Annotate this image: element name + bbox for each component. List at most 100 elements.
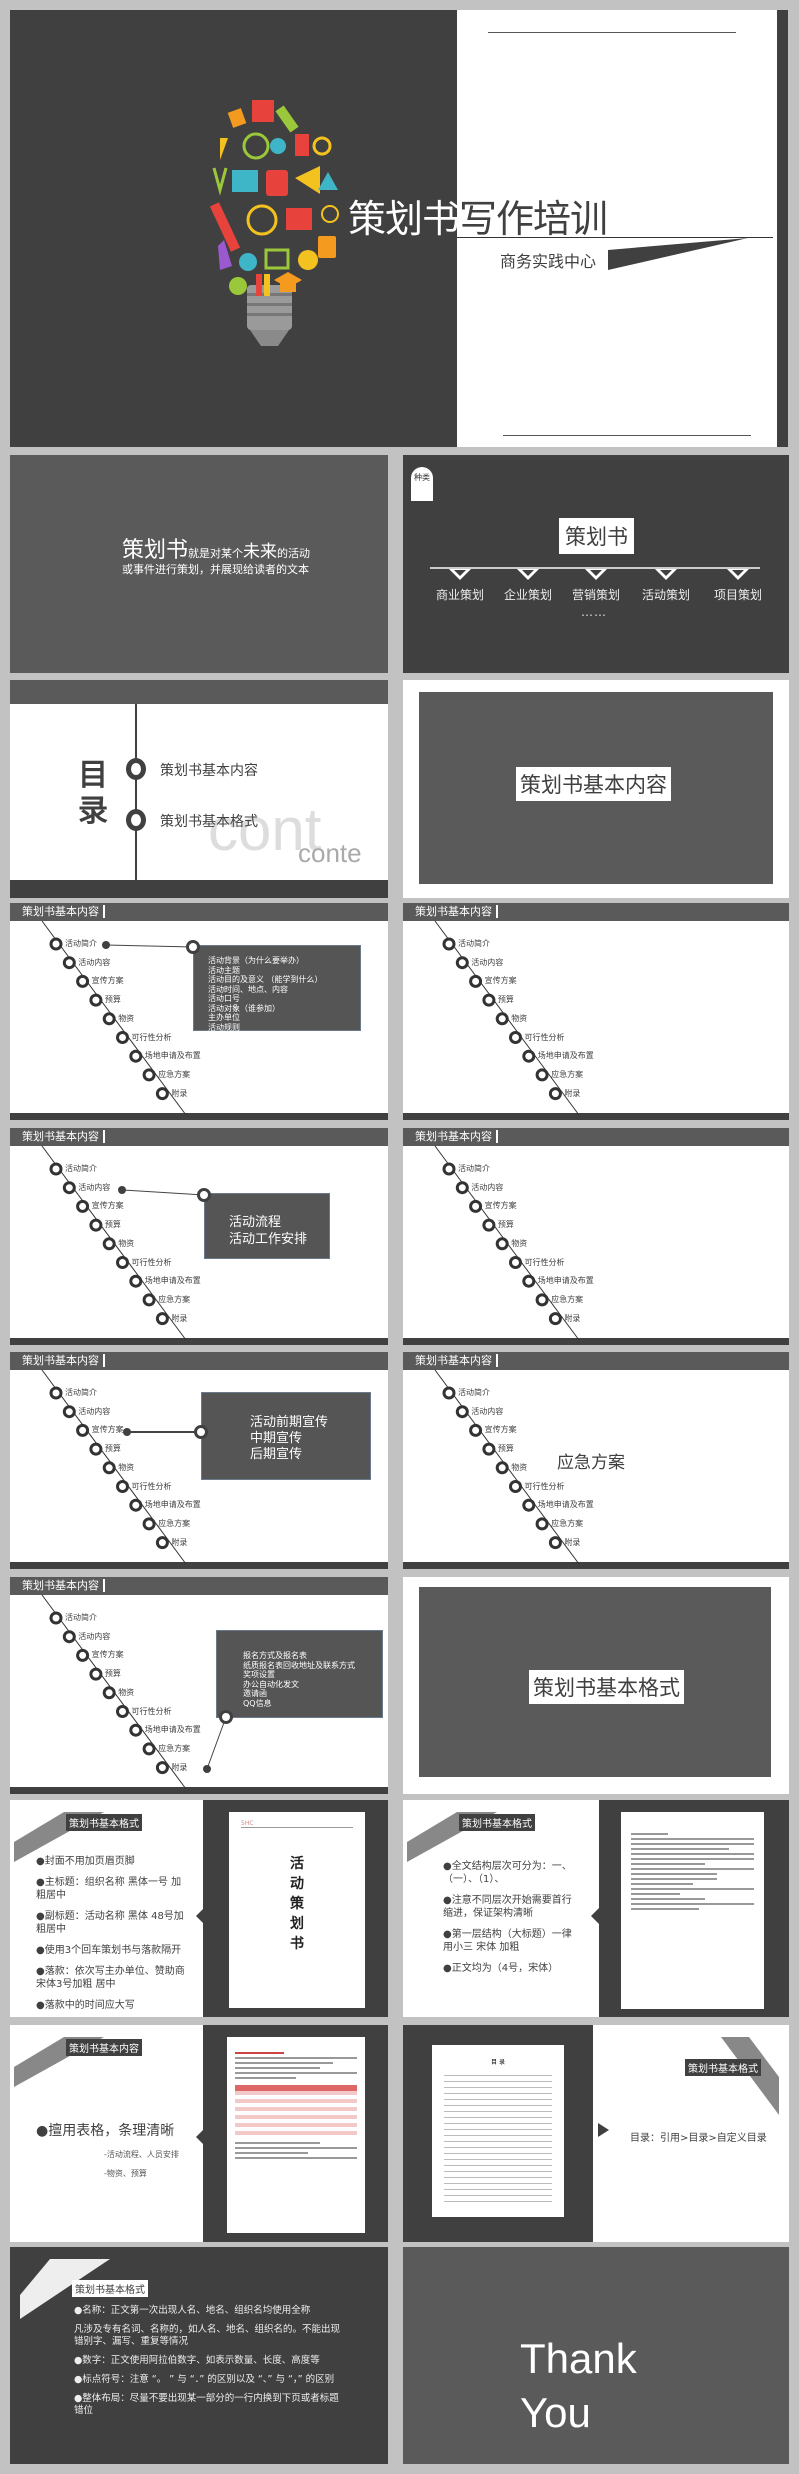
slide-definition[interactable]: 策划书就是对某个未来的活动 或事件进行策划，并展现给读者的文本 bbox=[10, 455, 388, 673]
slide-format-cover[interactable]: 策划书基本格式 ●封面不用加页眉页脚 ●主标题：组织名称 黑体一号 加粗居中 ●副标… bbox=[10, 1800, 388, 2017]
cover-subtitle: 商务实践中心 bbox=[500, 252, 597, 271]
timeline-node bbox=[155, 1761, 169, 1775]
slide-format-toc[interactable]: 目 录 策划书基本格式 目录：引用>目录>自定义目录 bbox=[403, 2025, 789, 2242]
timeline-node-label[interactable]: 活动简介 bbox=[458, 1163, 490, 1174]
timeline-node-label[interactable]: 附录 bbox=[171, 1088, 187, 1099]
timeline-node-label[interactable]: 物资 bbox=[118, 1462, 134, 1473]
timeline-node-label[interactable]: 附录 bbox=[564, 1537, 580, 1548]
slide-timeline-plain[interactable]: 策划书基本内容 活动简介 活动内容 宣传方案 预算 物资 可行性分析 场地申请及布置 应急方案… bbox=[403, 903, 789, 1120]
timeline-node-label[interactable]: 附录 bbox=[171, 1313, 187, 1324]
timeline-node-label[interactable]: 应急方案 bbox=[551, 1294, 583, 1305]
timeline-node-label[interactable]: 场地申请及布置 bbox=[145, 1050, 201, 1061]
timeline-node-label[interactable]: 活动内容 bbox=[471, 1406, 503, 1417]
timeline-node-label[interactable]: 可行性分析 bbox=[525, 1032, 565, 1043]
timeline-node-label[interactable]: 可行性分析 bbox=[132, 1706, 172, 1717]
types-title: 策划书 bbox=[559, 518, 634, 554]
timeline-node-label[interactable]: 场地申请及布置 bbox=[538, 1275, 594, 1286]
timeline-node-label[interactable]: 预算 bbox=[105, 1219, 121, 1230]
slide-format-rules[interactable]: 策划书基本格式 ●名称：正文第一次出现人名、地名、组织名均使用全称 凡涉及专有名词… bbox=[10, 2247, 388, 2464]
timeline-node-label[interactable]: 活动简介 bbox=[458, 1387, 490, 1398]
slide-timeline-appendix[interactable]: 策划书基本内容 报名方式及报名表 纸质报名表回收地址及联系方式 奖项设置 办公自… bbox=[10, 1577, 388, 1794]
slide-timeline-content[interactable]: 策划书基本内容 活动流程 活动工作安排 活动简介 活动内容 宣传方案 预算 物资 可行性分… bbox=[10, 1128, 388, 1345]
timeline-node-label[interactable]: 宣传方案 bbox=[92, 1200, 124, 1211]
timeline-node-label[interactable]: 活动内容 bbox=[78, 1406, 110, 1417]
slide-timeline-emergency[interactable]: 策划书基本内容 应急方案 活动简介 活动内容 宣传方案 预算 物资 可行性分析 场地申请及布… bbox=[403, 1352, 789, 1569]
section-title: 策划书基本内容 bbox=[516, 767, 671, 801]
timeline-node-label[interactable]: 场地申请及布置 bbox=[538, 1499, 594, 1510]
timeline-node-label[interactable]: 宣传方案 bbox=[92, 1424, 124, 1435]
timeline-node-label[interactable]: 可行性分析 bbox=[132, 1257, 172, 1268]
timeline-node bbox=[535, 1517, 549, 1531]
timeline-node-label[interactable]: 活动内容 bbox=[78, 1182, 110, 1193]
timeline-node-label[interactable]: 活动内容 bbox=[471, 957, 503, 968]
timeline-node-label[interactable]: 物资 bbox=[118, 1238, 134, 1249]
ribbon-label: 策划书基本内容 bbox=[66, 2039, 142, 2056]
timeline-node-label[interactable]: 活动简介 bbox=[65, 938, 97, 949]
timeline-node-label[interactable]: 宣传方案 bbox=[92, 975, 124, 986]
timeline-node-label[interactable]: 活动内容 bbox=[471, 1182, 503, 1193]
timeline-node-label[interactable]: 物资 bbox=[118, 1687, 134, 1698]
timeline-node-label[interactable]: 宣传方案 bbox=[92, 1649, 124, 1660]
timeline-node bbox=[129, 1498, 143, 1512]
slide-toc[interactable]: cont conte 目录 策划书基本内容 策划书基本格式 bbox=[10, 680, 388, 898]
timeline-node-label[interactable]: 物资 bbox=[511, 1238, 527, 1249]
timeline-node-label[interactable]: 物资 bbox=[511, 1013, 527, 1024]
timeline-node-label[interactable]: 活动内容 bbox=[78, 1631, 110, 1642]
timeline-node-label[interactable]: 预算 bbox=[498, 994, 514, 1005]
timeline-node bbox=[116, 1031, 129, 1044]
slide-format-structure[interactable]: 策划书基本格式 ●全文结构层次可分为：一、（一）、（1）、 ●注意不同层次开始需要… bbox=[403, 1800, 789, 2017]
slide-cover[interactable]: 策划书写作培训 商务实践中心 bbox=[10, 10, 788, 447]
timeline-node-label[interactable]: 活动简介 bbox=[65, 1612, 97, 1623]
timeline-node bbox=[129, 1723, 143, 1737]
toc-item[interactable]: 策划书基本内容 bbox=[160, 760, 258, 780]
timeline-node-label[interactable]: 附录 bbox=[564, 1088, 580, 1099]
timeline-node-label[interactable]: 预算 bbox=[105, 994, 121, 1005]
slide-section-content[interactable]: 策划书基本内容 bbox=[403, 680, 789, 898]
slide-section-format[interactable]: 策划书基本格式 bbox=[403, 1577, 789, 1794]
timeline-node-label[interactable]: 应急方案 bbox=[551, 1069, 583, 1080]
timeline-node-label[interactable]: 可行性分析 bbox=[132, 1481, 172, 1492]
timeline-node-label[interactable]: 宣传方案 bbox=[485, 1424, 517, 1435]
timeline-node-label[interactable]: 附录 bbox=[171, 1762, 187, 1773]
timeline-node bbox=[89, 1667, 103, 1681]
toc-item[interactable]: 策划书基本格式 bbox=[160, 811, 258, 831]
timeline-node-label[interactable]: 物资 bbox=[118, 1013, 134, 1024]
slide-timeline-intro[interactable]: 策划书基本内容 活动背景（为什么要举办） 活动主题 活动目的及意义 （能学到什么… bbox=[10, 903, 388, 1120]
timeline-node-label[interactable]: 场地申请及布置 bbox=[145, 1499, 201, 1510]
timeline-node-label[interactable]: 活动内容 bbox=[78, 957, 110, 968]
timeline-node-label[interactable]: 附录 bbox=[564, 1313, 580, 1324]
timeline-node bbox=[495, 1237, 509, 1251]
timeline-node bbox=[442, 1162, 456, 1176]
timeline-node-label[interactable]: 活动简介 bbox=[65, 1387, 97, 1398]
timeline-node bbox=[49, 1386, 63, 1400]
timeline-node-label[interactable]: 应急方案 bbox=[551, 1518, 583, 1529]
slide-timeline-plain[interactable]: 策划书基本内容 活动简介 活动内容 宣传方案 预算 物资 可行性分析 场地申请及布置 应急方案… bbox=[403, 1128, 789, 1345]
slide-timeline-promo[interactable]: 策划书基本内容 活动前期宣传 中期宣传 后期宣传 活动简介 活动内容 宣传方案 预算物… bbox=[10, 1352, 388, 1569]
connector-dot bbox=[203, 1765, 211, 1773]
timeline-node-label[interactable]: 宣传方案 bbox=[485, 975, 517, 986]
timeline-node-label[interactable]: 附录 bbox=[171, 1537, 187, 1548]
timeline-node-label[interactable]: 预算 bbox=[498, 1219, 514, 1230]
timeline-node-label[interactable]: 预算 bbox=[498, 1443, 514, 1454]
timeline-node-label[interactable]: 应急方案 bbox=[158, 1518, 190, 1529]
timeline-node-label[interactable]: 应急方案 bbox=[158, 1743, 190, 1754]
timeline-node-label[interactable]: 场地申请及布置 bbox=[145, 1275, 201, 1286]
section-title: 策划书基本格式 bbox=[529, 1670, 684, 1704]
timeline-node-label[interactable]: 可行性分析 bbox=[132, 1032, 172, 1043]
timeline-node-label[interactable]: 应急方案 bbox=[158, 1294, 190, 1305]
timeline-node-label[interactable]: 可行性分析 bbox=[525, 1481, 565, 1492]
timeline-node-label[interactable]: 预算 bbox=[105, 1668, 121, 1679]
timeline-node-label[interactable]: 应急方案 bbox=[158, 1069, 190, 1080]
timeline-node-label[interactable]: 场地申请及布置 bbox=[145, 1724, 201, 1735]
timeline-node-label[interactable]: 宣传方案 bbox=[485, 1200, 517, 1211]
timeline-node-label[interactable]: 场地申请及布置 bbox=[538, 1050, 594, 1061]
timeline-node-label[interactable]: 物资 bbox=[511, 1462, 527, 1473]
slide-thank-you[interactable]: Thank You bbox=[403, 2247, 789, 2464]
slide-types[interactable]: 种类 策划书 商业策划 企业策划 营销策划 活动策划 项目策划 …… bbox=[403, 455, 789, 673]
timeline-node-label[interactable]: 预算 bbox=[105, 1443, 121, 1454]
slide-format-tables[interactable]: 策划书基本内容 ●擅用表格，条理清晰 -活动流程、人员安排 -物资、预算 bbox=[10, 2025, 388, 2242]
timeline-node-label[interactable]: 可行性分析 bbox=[525, 1257, 565, 1268]
timeline-node-label[interactable]: 活动简介 bbox=[65, 1163, 97, 1174]
timeline-node bbox=[116, 1705, 129, 1718]
timeline-node-label[interactable]: 活动简介 bbox=[458, 938, 490, 949]
